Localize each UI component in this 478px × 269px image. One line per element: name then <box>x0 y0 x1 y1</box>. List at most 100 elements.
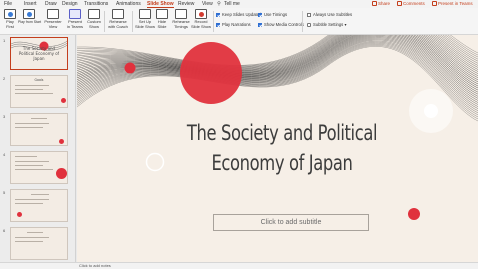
thumbnail-title: Goals <box>34 78 44 82</box>
ribbon-separator <box>132 11 133 32</box>
white-glow-center <box>424 104 438 118</box>
rehearse-with-coach-button[interactable]: Rehearse with Coach <box>107 9 129 29</box>
record-slide-show-button[interactable]: Record Slide Show <box>191 9 211 29</box>
presenter-view-icon <box>47 9 59 19</box>
subtitle-icon <box>307 22 311 27</box>
slide-thumbnail-preview[interactable] <box>10 113 68 146</box>
keep-slides-updated-label: Keep Slides Updated <box>222 12 262 17</box>
thumbnail-text-line <box>31 194 49 196</box>
show-media-controls-checkbox[interactable]: Show Media Controls <box>258 22 304 27</box>
setup-icon <box>139 9 151 19</box>
slide-number: 2 <box>3 76 6 81</box>
always-use-subtitles-label: Always Use Subtitles <box>313 12 353 17</box>
slide-thumbnail[interactable]: 5 <box>0 189 75 225</box>
custom-show-button[interactable]: Custom Show <box>86 9 102 29</box>
always-use-subtitles-checkbox[interactable]: Always Use Subtitles <box>307 12 352 17</box>
tab-file[interactable]: File <box>4 0 12 8</box>
present-in-teams-button[interactable]: Present in Teams <box>432 0 473 8</box>
slide-thumbnail-preview[interactable] <box>10 151 68 184</box>
ribbon-separator <box>213 11 214 32</box>
play-first-icon <box>4 9 16 19</box>
slide-title[interactable]: The Society and Political Economy of Jap… <box>177 118 388 178</box>
play-narrations-label: Play Narrations <box>222 22 251 27</box>
use-timings-label: Use Timings <box>264 12 288 17</box>
thumbnail-text-line <box>15 199 49 200</box>
ribbon-tab-bar: File Insert Draw Design Transitions Anim… <box>0 0 478 8</box>
thumbnail-text-line <box>15 169 53 170</box>
hide-slide-label: Hide Slide <box>157 19 167 29</box>
play-from-start-label: Play from Start <box>18 20 42 24</box>
tab-draw[interactable]: Draw <box>45 0 57 8</box>
use-timings-checkbox[interactable]: Use Timings <box>258 12 287 17</box>
subtitle-placeholder[interactable]: Click to add subtitle <box>213 214 369 231</box>
white-ring <box>145 152 165 172</box>
slide-thumbnail-preview[interactable]: Goals <box>10 75 68 108</box>
slide-thumbnail-preview[interactable] <box>10 189 68 222</box>
slide-show-ribbon: Play First Play from Start Presenter Vie… <box>0 8 478 35</box>
slide-title-line-2: Economy of Japan <box>211 151 353 175</box>
ribbon-separator <box>302 11 303 32</box>
tab-animations[interactable]: Animations <box>116 0 141 8</box>
ribbon-separator <box>104 11 105 32</box>
play-first-button[interactable]: Play First <box>3 9 17 29</box>
record-slide-show-label: Record Slide Show <box>191 19 212 29</box>
tab-transitions[interactable]: Transitions <box>84 0 108 8</box>
presenter-view-label: Presenter View <box>44 19 62 29</box>
tab-insert[interactable]: Insert <box>24 0 37 8</box>
slide-thumbnail[interactable]: 1 The Society and Political Economy of J… <box>0 37 75 73</box>
slide-thumbnail-preview[interactable]: The Society and Political Economy of Jap… <box>10 37 68 70</box>
thumbnail-red-dot <box>61 98 66 103</box>
custom-show-label: Custom Show <box>87 19 101 29</box>
presenter-view-button[interactable]: Presenter View <box>43 9 63 29</box>
rehearse-with-coach-label: Rehearse with Coach <box>108 19 128 29</box>
thumbnail-text-line <box>15 237 49 238</box>
notes-pane[interactable]: Click to add notes <box>0 262 478 269</box>
play-from-start-button[interactable]: Play from Start <box>18 9 42 25</box>
play-narrations-checkbox[interactable]: Play Narrations <box>216 22 251 27</box>
checkbox-box <box>258 22 262 27</box>
thumbnail-text-line <box>27 232 43 234</box>
thumbnail-text-line <box>15 161 49 162</box>
slide-thumbnail-pane[interactable]: 1 The Society and Political Economy of J… <box>0 35 76 262</box>
slide-thumbnail[interactable]: 2 Goals <box>0 75 75 111</box>
checkbox-box <box>216 12 220 17</box>
subtitle-settings-label: Subtitle Settings <box>313 22 344 27</box>
share-button[interactable]: Share <box>372 0 390 8</box>
small-red-dot <box>124 62 136 74</box>
slide-number: 1 <box>3 38 6 43</box>
play-first-label: Play First <box>6 19 14 29</box>
comments-label: Comments <box>403 1 425 6</box>
slide-thumbnail[interactable]: 4 <box>0 151 75 187</box>
set-up-slide-show-label: Set Up Slide Show <box>135 19 156 29</box>
present-teams-ribbon-label: Present in Teams <box>67 19 83 29</box>
thumbnail-text-line <box>15 123 49 124</box>
timer-icon <box>175 9 187 19</box>
tab-design[interactable]: Design <box>62 0 78 8</box>
slide-thumbnail[interactable]: 6 <box>0 227 75 262</box>
hide-slide-button[interactable]: Hide Slide <box>155 9 169 29</box>
slide-number: 5 <box>3 190 6 195</box>
show-media-controls-label: Show Media Controls <box>264 22 304 27</box>
rehearse-timings-button[interactable]: Rehearse Timings <box>172 9 190 29</box>
set-up-slide-show-button[interactable]: Set Up Slide Show <box>135 9 155 29</box>
rehearse-timings-label: Rehearse Timings <box>172 19 190 29</box>
present-teams-ribbon-button[interactable]: Present in Teams <box>67 9 83 29</box>
slide-thumbnail[interactable]: 3 <box>0 113 75 149</box>
subtitle-settings-dropdown[interactable]: Subtitle Settings ▾ <box>307 22 347 27</box>
slide-editing-area[interactable]: The Society and Political Economy of Jap… <box>77 35 478 262</box>
coach-icon <box>112 9 124 19</box>
tell-me-search[interactable]: Tell me <box>224 0 240 8</box>
tab-view[interactable]: View <box>202 0 213 8</box>
keep-slides-updated-checkbox[interactable]: Keep Slides Updated <box>216 12 261 17</box>
tab-slide-show[interactable]: Slide Show <box>147 0 174 8</box>
share-icon <box>372 1 377 6</box>
slide-thumbnail-preview[interactable] <box>10 227 68 260</box>
teams-icon <box>69 9 81 19</box>
notes-placeholder[interactable]: Click to add notes <box>79 263 111 269</box>
bottom-red-dot <box>408 208 420 220</box>
comments-button[interactable]: Comments <box>397 0 425 8</box>
lightbulb-icon: ⚲ <box>217 1 221 7</box>
tab-review[interactable]: Review <box>178 0 194 8</box>
thumbnail-red-dot <box>17 212 22 217</box>
current-slide[interactable]: The Society and Political Economy of Jap… <box>77 35 478 262</box>
